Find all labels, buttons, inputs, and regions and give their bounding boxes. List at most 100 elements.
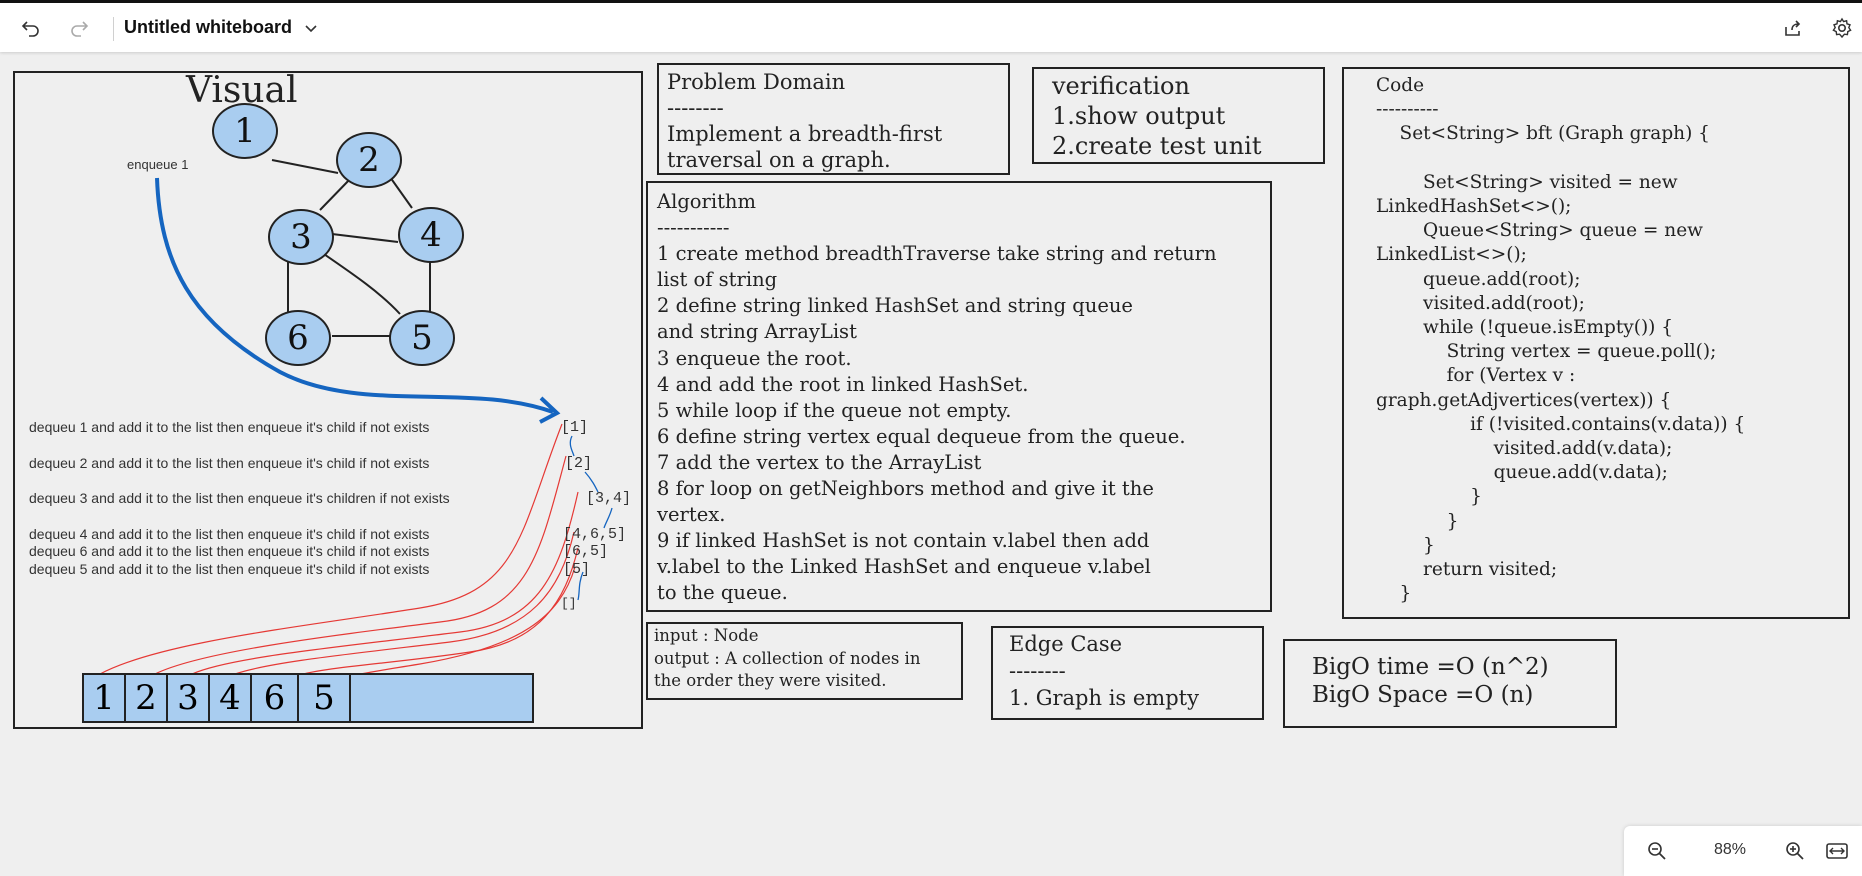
algorithm-line: v.label to the Linked HashSet and enqueu… xyxy=(657,555,1151,579)
code-line: visited.add(root); xyxy=(1376,292,1585,314)
code-line: return visited; xyxy=(1376,559,1558,581)
edge-3-5 xyxy=(317,249,401,315)
toolbar: Untitled whiteboard xyxy=(0,0,1862,52)
graph-node-label: 5 xyxy=(411,318,433,358)
zoom-controls: 88% xyxy=(1624,826,1862,876)
whiteboard-canvas[interactable]: Visual 1 2 3 4 6 5 enqueue 1 dequeu 1 an… xyxy=(0,52,1862,876)
edge-line: 1. Graph is empty xyxy=(1009,686,1199,710)
code-text: Code ---------- Set<String> bft (Graph g… xyxy=(1376,74,1745,606)
result-cell: 5 xyxy=(299,675,351,721)
graph-node: 6 xyxy=(265,310,331,366)
graph-node-label: 1 xyxy=(234,111,256,151)
zoom-level[interactable]: 88% xyxy=(1700,841,1760,859)
zoom-out-icon xyxy=(1648,842,1666,860)
share-icon xyxy=(1785,20,1801,36)
result-list: 1 2 3 4 6 5 xyxy=(82,673,534,723)
algorithm-line: 1 create method breadthTraverse take str… xyxy=(657,242,1217,266)
code-line: Set<String> visited = new xyxy=(1376,171,1678,193)
redo-icon xyxy=(71,21,89,37)
code-line: Set<String> bft (Graph graph) { xyxy=(1376,123,1710,145)
queue-link-1 xyxy=(569,435,575,457)
step-text: dequeu 5 and add it to the list then enq… xyxy=(29,561,430,577)
graph-node-label: 6 xyxy=(287,318,309,358)
verification-line: 1.show output xyxy=(1052,102,1226,130)
algorithm-line: 3 enqueue the root. xyxy=(657,346,852,370)
graph-node: 1 xyxy=(212,103,278,159)
result-cell: 6 xyxy=(252,675,299,721)
algorithm-line: 2 define string linked HashSet and strin… xyxy=(657,294,1133,318)
algorithm-line: Algorithm xyxy=(657,190,756,213)
share-button[interactable] xyxy=(1778,13,1808,43)
edge-line: -------- xyxy=(1009,659,1066,683)
problem-domain-text: Problem Domain -------- Implement a brea… xyxy=(667,69,942,173)
step-text: dequeu 2 and add it to the list then enq… xyxy=(29,455,430,471)
result-arrow-3 xyxy=(191,491,579,675)
settings-icon xyxy=(1832,17,1852,39)
algorithm-line: 6 define string vertex equal dequeue fro… xyxy=(657,424,1186,448)
code-line: graph.getAdjvertices(vertex)) { xyxy=(1376,389,1672,411)
whiteboard-title[interactable]: Untitled whiteboard xyxy=(124,17,292,38)
settings-button[interactable] xyxy=(1827,13,1857,43)
verification-text: verification 1.show output 2.create test… xyxy=(1052,71,1261,161)
algorithm-line: 4 and add the root in linked HashSet. xyxy=(657,372,1029,396)
queue-state: [1] xyxy=(561,419,589,436)
edge-2-4 xyxy=(389,176,413,209)
queue-state: [5] xyxy=(563,561,591,578)
algorithm-line: 7 add the vertex to the ArrayList xyxy=(657,450,982,474)
enqueue-label: enqueue 1 xyxy=(127,157,189,172)
code-line: Queue<String> queue = new xyxy=(1376,220,1703,242)
code-line: } xyxy=(1376,486,1482,508)
bigo-line: BigO Space =O (n) xyxy=(1312,682,1534,708)
edge-line: Edge Case xyxy=(1009,632,1123,656)
verification-line: verification xyxy=(1052,72,1190,100)
fit-width-icon xyxy=(1826,843,1848,859)
io-line: the order they were visited. xyxy=(654,671,887,690)
chevron-down-icon xyxy=(305,25,317,33)
zoom-out-button[interactable] xyxy=(1644,838,1670,864)
step-text: dequeu 4 and add it to the list then enq… xyxy=(29,526,430,542)
code-line: queue.add(root); xyxy=(1376,268,1581,290)
edge-2-3 xyxy=(319,176,353,211)
toolbar-separator xyxy=(113,17,114,41)
result-cell: 2 xyxy=(126,675,168,721)
queue-link-3 xyxy=(603,507,613,529)
edge-3-4 xyxy=(331,233,399,243)
algorithm-line: list of string xyxy=(657,268,778,292)
problem-line: traversal on a graph. xyxy=(667,148,891,172)
graph-node-label: 4 xyxy=(420,215,442,255)
zoom-in-button[interactable] xyxy=(1782,838,1808,864)
io-line: output : A collection of nodes in xyxy=(654,648,921,668)
problem-line: Implement a breadth-first xyxy=(667,122,943,146)
edge-case-text: Edge Case -------- 1. Graph is empty xyxy=(1009,631,1199,712)
title-dropdown-button[interactable] xyxy=(296,13,326,43)
graph-node: 4 xyxy=(398,207,464,263)
code-line: } xyxy=(1376,510,1459,532)
bigo-text: BigO time =O (n^2) BigO Space =O (n) xyxy=(1312,653,1549,709)
undo-button[interactable] xyxy=(16,13,46,43)
code-line: while (!queue.isEmpty()) { xyxy=(1376,317,1674,339)
undo-icon xyxy=(21,21,39,37)
fit-to-screen-button[interactable] xyxy=(1824,838,1850,864)
algorithm-line: vertex. xyxy=(657,503,726,527)
algorithm-line: 5 while loop if the queue not empty. xyxy=(657,398,1012,422)
queue-state: [4,6,5] xyxy=(563,526,627,543)
result-cell: 1 xyxy=(84,675,126,721)
graph-node: 5 xyxy=(389,310,455,366)
code-line: String vertex = queue.poll(); xyxy=(1376,341,1717,363)
step-text: dequeu 1 and add it to the list then enq… xyxy=(29,419,430,435)
step-text: dequeu 6 and add it to the list then enq… xyxy=(29,543,430,559)
result-cell: 3 xyxy=(168,675,210,721)
redo-button[interactable] xyxy=(64,13,94,43)
problem-line: Problem Domain xyxy=(667,70,846,94)
io-text: input : Node output : A collection of no… xyxy=(654,625,920,693)
algorithm-line: and string ArrayList xyxy=(657,320,857,344)
queue-link-2 xyxy=(584,471,599,493)
code-line: ---------- xyxy=(1376,99,1439,121)
queue-state: [3,4] xyxy=(586,490,632,507)
code-line: if (!visited.contains(v.data)) { xyxy=(1376,413,1746,435)
algorithm-line: 8 for loop on getNeighbors method and gi… xyxy=(657,477,1154,501)
code-line: LinkedHashSet<>(); xyxy=(1376,196,1572,217)
problem-line: -------- xyxy=(667,96,724,120)
enqueue-arrow xyxy=(155,177,554,414)
